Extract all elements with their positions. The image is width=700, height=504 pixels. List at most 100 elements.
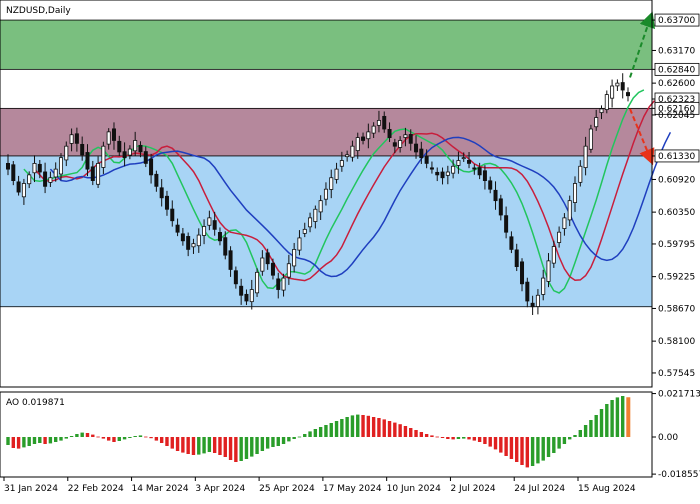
ao-bar bbox=[393, 422, 397, 437]
candle-body bbox=[323, 188, 328, 200]
x-tick-label: 17 May 2024 bbox=[323, 484, 382, 494]
candle-body bbox=[159, 187, 164, 199]
candle-body bbox=[175, 224, 180, 233]
candle-body bbox=[48, 177, 53, 183]
ao-bar bbox=[228, 437, 233, 460]
candle-body bbox=[292, 248, 297, 267]
ao-bar bbox=[546, 437, 551, 457]
candle-body bbox=[620, 82, 625, 91]
candle-body bbox=[467, 159, 472, 164]
candle-body bbox=[482, 170, 487, 182]
ao-bar bbox=[149, 437, 153, 439]
ao-bar bbox=[170, 437, 174, 449]
candle-body bbox=[223, 237, 228, 256]
candle-body bbox=[149, 158, 154, 176]
ao-bar bbox=[599, 409, 604, 437]
candle-body bbox=[578, 165, 583, 183]
ao-bar bbox=[48, 437, 53, 444]
ao-bar bbox=[175, 437, 180, 451]
candle-body bbox=[37, 163, 42, 173]
candle-body bbox=[583, 145, 588, 169]
ao-tick-label: 0.021713 bbox=[658, 390, 700, 400]
candle-body bbox=[392, 142, 397, 147]
ao-bar bbox=[515, 437, 519, 462]
ao-bar bbox=[276, 437, 280, 446]
ao-bar bbox=[583, 425, 588, 437]
ao-bar bbox=[621, 396, 625, 437]
ao-bar bbox=[202, 437, 206, 454]
candle-body bbox=[202, 226, 207, 236]
ao-bar bbox=[573, 435, 577, 437]
ao-bar bbox=[499, 437, 503, 453]
candle-body bbox=[419, 148, 424, 159]
y-tick-label: 0.60350 bbox=[658, 208, 695, 218]
candle-body bbox=[376, 120, 381, 126]
y-tick-label: 0.60920 bbox=[658, 175, 695, 185]
candle-body bbox=[260, 257, 265, 272]
candle-body bbox=[164, 195, 169, 210]
ao-bar bbox=[85, 433, 90, 437]
candle-body bbox=[233, 270, 238, 285]
ao-bar bbox=[382, 419, 386, 437]
ao-bar bbox=[255, 437, 259, 454]
candle-body bbox=[249, 289, 254, 303]
ao-bar bbox=[287, 437, 291, 442]
ao-bar bbox=[144, 436, 148, 438]
candle-body bbox=[281, 277, 286, 291]
ao-bar bbox=[477, 437, 482, 442]
candle-body bbox=[435, 171, 440, 176]
ao-bar bbox=[22, 437, 26, 448]
candle-body bbox=[493, 189, 498, 202]
candle-body bbox=[11, 164, 16, 182]
ao-bar bbox=[387, 421, 392, 437]
candle-body bbox=[334, 168, 339, 180]
ao-bar bbox=[552, 437, 556, 453]
candle-body bbox=[504, 215, 509, 233]
candle-body bbox=[270, 262, 275, 276]
candle-body bbox=[313, 208, 318, 222]
candle-body bbox=[520, 261, 525, 285]
ao-bar bbox=[334, 421, 339, 437]
candle-body bbox=[408, 134, 413, 144]
ao-bar bbox=[53, 437, 58, 442]
candle-body bbox=[16, 181, 21, 193]
ao-bar bbox=[414, 430, 418, 437]
candle-body bbox=[196, 234, 201, 247]
ao-bar bbox=[6, 437, 10, 445]
ao-bar bbox=[483, 437, 487, 444]
ao-bar bbox=[27, 437, 31, 446]
candle-body bbox=[477, 167, 482, 176]
x-tick-label: 3 Apr 2024 bbox=[195, 484, 245, 494]
ao-bar bbox=[467, 437, 471, 440]
ao-bar bbox=[462, 437, 466, 439]
ao-bar bbox=[234, 437, 238, 462]
ao-bar bbox=[128, 437, 132, 438]
resistance-zone bbox=[0, 107, 653, 157]
ao-bar bbox=[239, 437, 243, 461]
candle-body bbox=[217, 232, 222, 242]
ao-bar bbox=[520, 437, 524, 465]
candle-body bbox=[53, 168, 58, 178]
candle-body bbox=[143, 151, 148, 164]
candle-body bbox=[212, 220, 217, 230]
ao-bar bbox=[11, 437, 15, 448]
ao-bar bbox=[313, 429, 318, 437]
candle-body bbox=[133, 140, 138, 152]
candle-body bbox=[106, 131, 111, 145]
candle-body bbox=[429, 167, 434, 170]
candle-body bbox=[27, 174, 32, 185]
ao-bar bbox=[377, 418, 381, 437]
candle-body bbox=[127, 148, 132, 156]
candle-body bbox=[350, 145, 355, 158]
target-zone bbox=[0, 19, 653, 70]
candle-body bbox=[21, 183, 26, 198]
ao-bar bbox=[356, 414, 360, 437]
x-tick-label: 22 Feb 2024 bbox=[68, 484, 124, 494]
candle-body bbox=[387, 128, 392, 139]
candle-body bbox=[403, 134, 408, 138]
ao-bar bbox=[366, 415, 371, 437]
candle-body bbox=[276, 278, 281, 290]
chart-canvas: 0.637000.631700.628400.626000.623230.621… bbox=[0, 0, 700, 500]
candle-body bbox=[382, 115, 387, 130]
candle-body bbox=[498, 198, 503, 216]
